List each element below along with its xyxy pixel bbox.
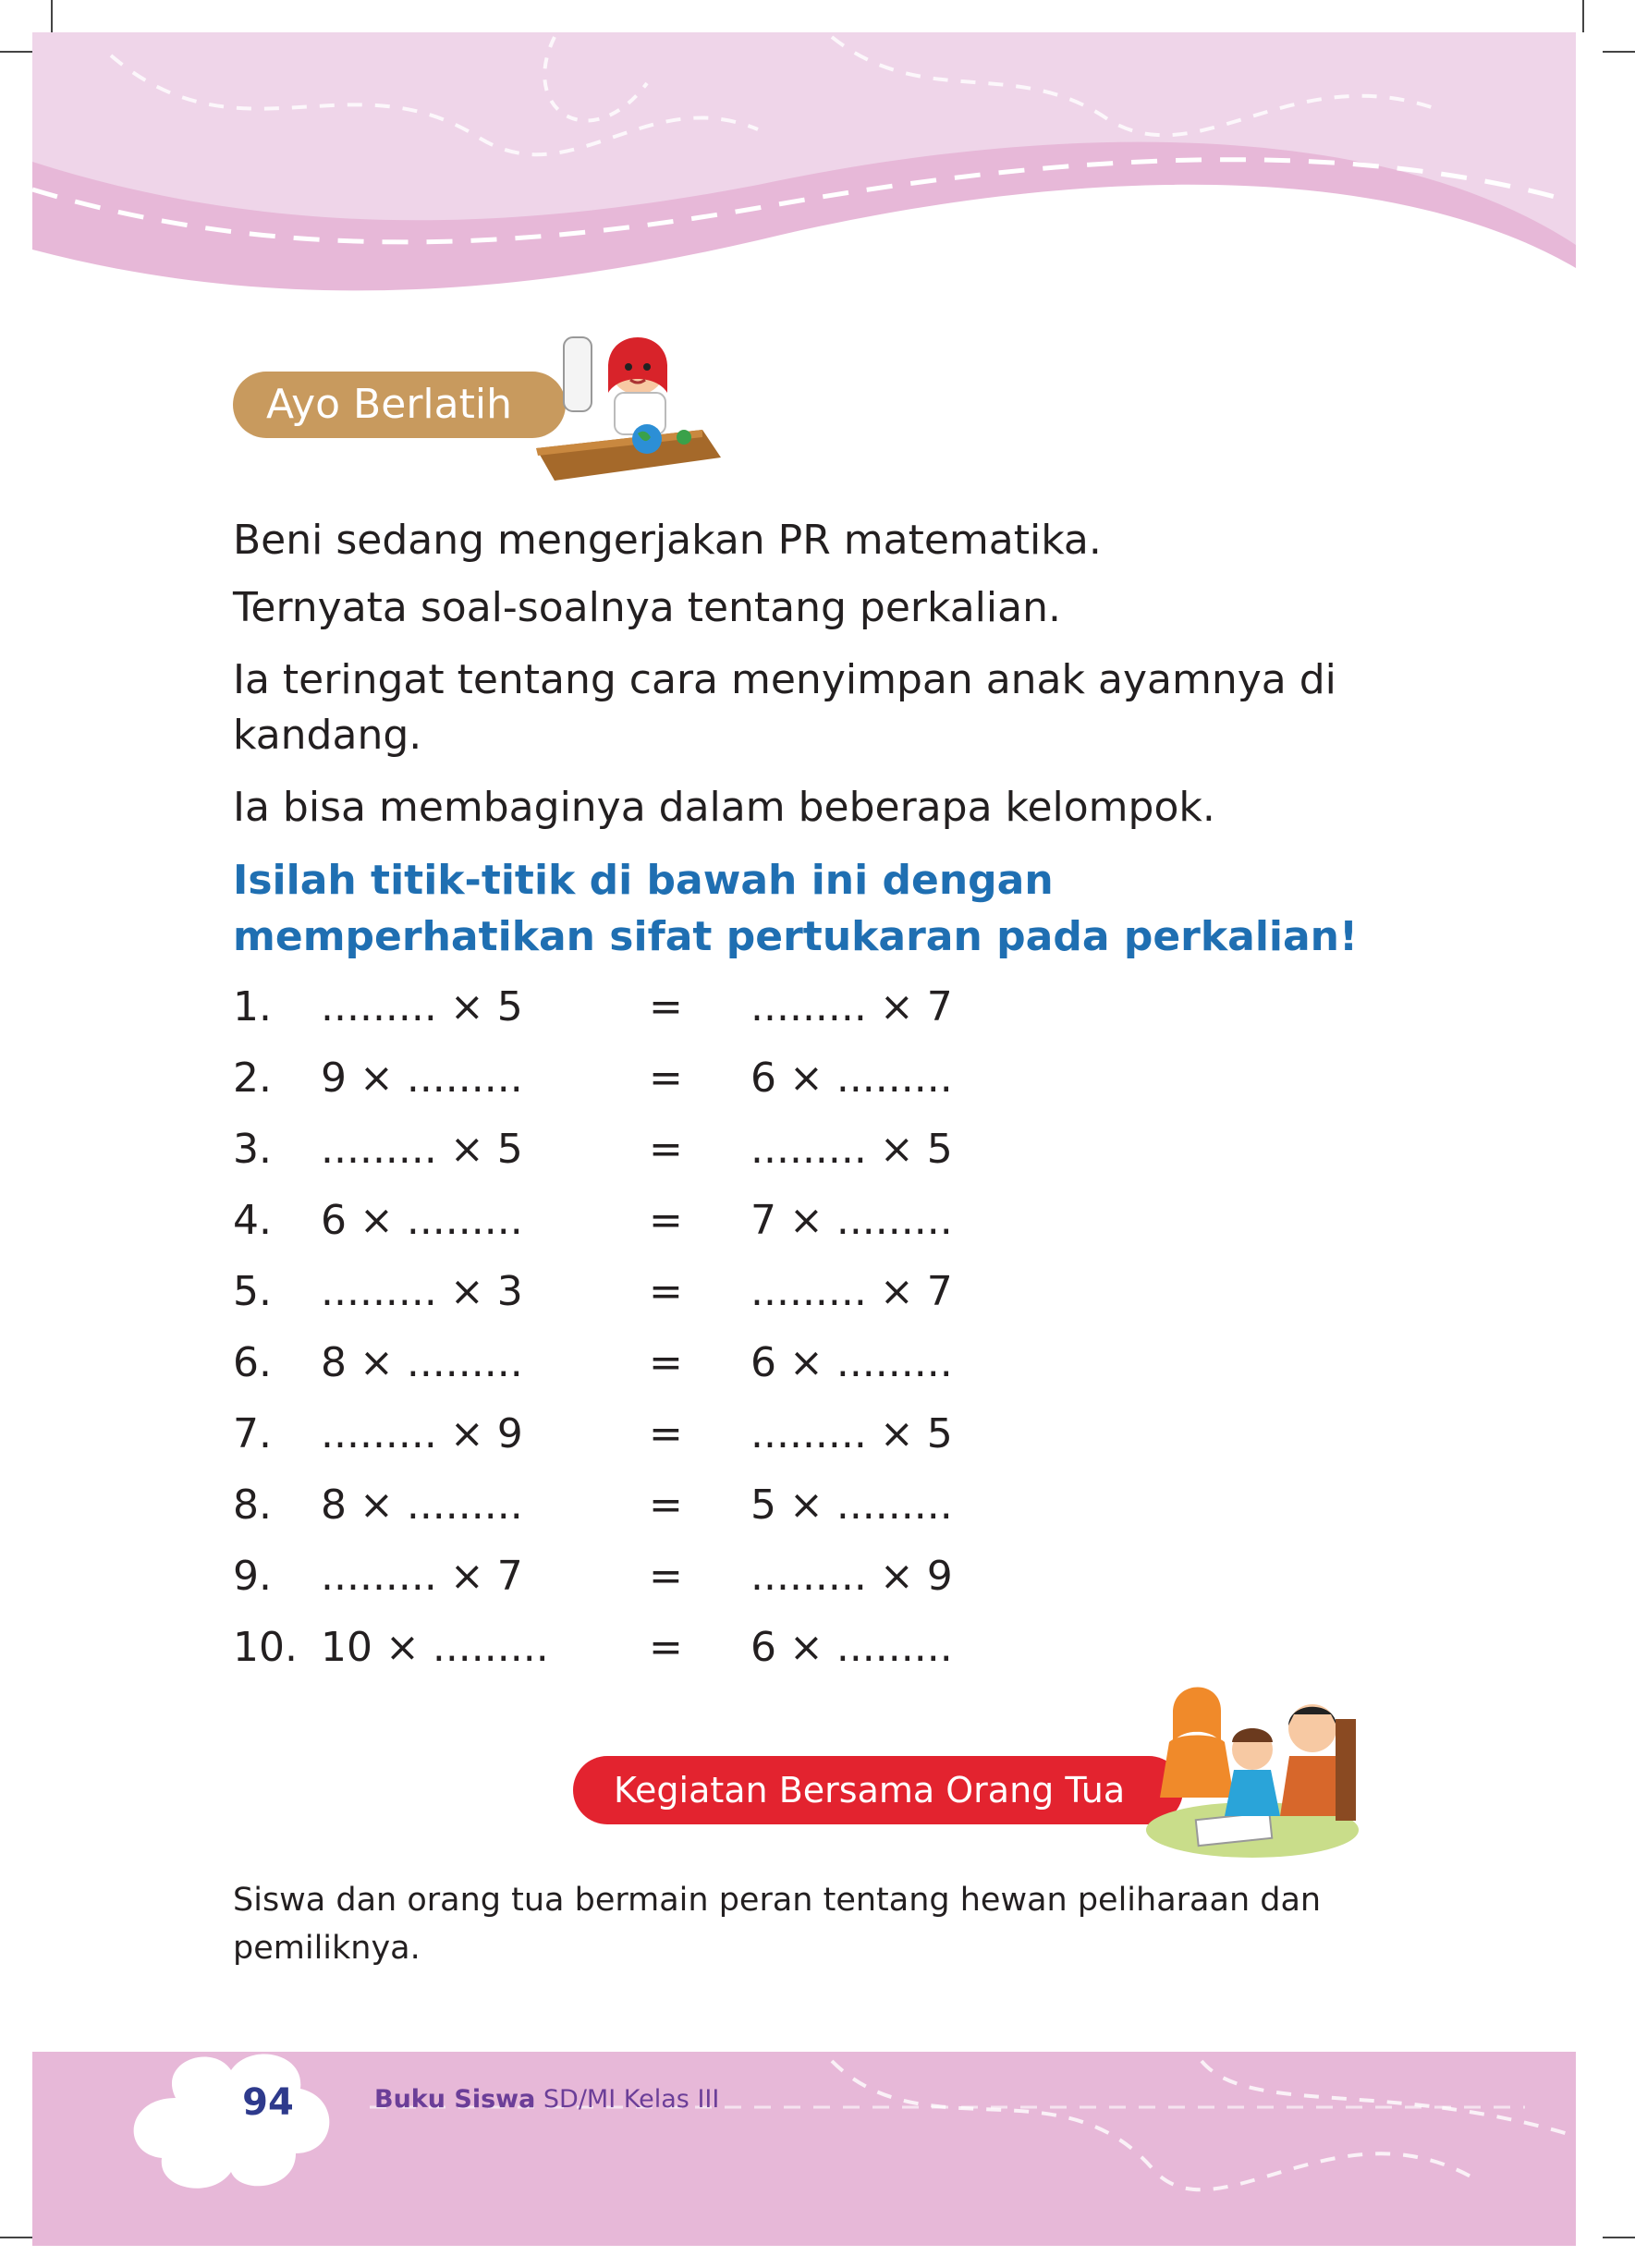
family-activity-illustration [1146, 1687, 1359, 1858]
exercise-left: 9 × ......... [321, 1055, 523, 1102]
exercise-right: 7 × ......... [750, 1197, 953, 1244]
exercise-row: 4. 6 × ......... = 7 × ......... [233, 1193, 1065, 1249]
exercise-left: 8 × ......... [321, 1339, 523, 1386]
exercise-number: 9. [233, 1553, 272, 1600]
crop-mark [1582, 0, 1584, 32]
exercise-left: ......... × 7 [321, 1553, 523, 1600]
exercise-number: 1. [233, 983, 272, 1030]
exercise-left: ......... × 5 [321, 1126, 523, 1173]
exercise-number: 8. [233, 1482, 272, 1529]
paragraph: Ia bisa membaginya dalam beberapa kelomp… [233, 784, 1215, 831]
exercise-left: ......... × 9 [321, 1410, 523, 1457]
exercise-left: ......... × 5 [321, 983, 523, 1030]
exercise-left: ......... × 3 [321, 1268, 523, 1315]
instruction-line: memperhatikan sifat pertukaran pada perk… [233, 913, 1359, 960]
exercise-right: 6 × ......... [750, 1339, 953, 1386]
page-number: 94 [242, 2081, 294, 2124]
crop-mark [51, 0, 53, 32]
exercise-number: 10. [233, 1624, 298, 1671]
book-title-rest: SD/MI Kelas III [535, 2085, 720, 2114]
exercise-row: 9. ......... × 7 = ......... × 9 [233, 1549, 1065, 1604]
exercise-row: 8. 8 × ......... = 5 × ......... [233, 1478, 1065, 1533]
exercise-row: 3. ......... × 5 = ......... × 5 [233, 1122, 1065, 1177]
exercise-right: ......... × 5 [750, 1410, 953, 1457]
exercise-row: 2. 9 × ......... = 6 × ......... [233, 1051, 1065, 1106]
equals-sign: = [649, 1482, 683, 1529]
student-studying-illustration [536, 336, 721, 481]
crop-mark [0, 51, 32, 53]
paragraph: Beni sedang mengerjakan PR matematika. [233, 517, 1102, 564]
exercise-left: 6 × ......... [321, 1197, 523, 1244]
section-label: Ayo Berlatih [233, 372, 566, 438]
exercise-right: ......... × 7 [750, 983, 953, 1030]
exercise-right: 6 × ......... [750, 1055, 953, 1102]
exercise-number: 4. [233, 1197, 272, 1244]
exercise-number: 7. [233, 1410, 272, 1457]
activity-text: Siswa dan orang tua bermain peran tentan… [233, 1882, 1322, 1967]
header-decoration [31, 32, 1576, 291]
exercise-row: 6. 8 × ......... = 6 × ......... [233, 1335, 1065, 1391]
exercise-right: ......... × 7 [750, 1268, 953, 1315]
exercise-right: ......... × 9 [750, 1553, 953, 1600]
paragraph: Ternyata soal-soalnya tentang perkalian. [233, 584, 1061, 631]
exercise-row: 7. ......... × 9 = ......... × 5 [233, 1407, 1065, 1462]
exercise-row: 10. 10 × ......... = 6 × ......... [233, 1620, 1065, 1676]
exercise-left: 8 × ......... [321, 1482, 523, 1529]
equals-sign: = [649, 983, 683, 1030]
exercise-number: 5. [233, 1268, 272, 1315]
book-title-bold: Buku Siswa [374, 2085, 536, 2114]
equals-sign: = [649, 1197, 683, 1244]
activity-label: Kegiatan Bersama Orang Tua [573, 1756, 1183, 1824]
exercise-row: 1. ......... × 5 = ......... × 7 [233, 980, 1065, 1035]
exercise-right: 5 × ......... [750, 1482, 953, 1529]
equals-sign: = [649, 1410, 683, 1457]
exercise-number: 3. [233, 1126, 272, 1173]
instruction-line: Isilah titik-titik di bawah ini dengan [233, 857, 1054, 904]
exercise-number: 6. [233, 1339, 272, 1386]
equals-sign: = [649, 1624, 683, 1671]
book-title: Buku Siswa SD/MI Kelas III [374, 2072, 719, 2128]
exercise-row: 5. ......... × 3 = ......... × 7 [233, 1264, 1065, 1320]
exercise-right: 6 × ......... [750, 1624, 953, 1671]
exercise-left: 10 × ......... [321, 1624, 549, 1671]
paragraph: Ia teringat tentang cara menyimpan anak … [233, 656, 1336, 759]
equals-sign: = [649, 1055, 683, 1102]
equals-sign: = [649, 1339, 683, 1386]
exercise-number: 2. [233, 1055, 272, 1102]
equals-sign: = [649, 1553, 683, 1600]
exercise-right: ......... × 5 [750, 1126, 953, 1173]
equals-sign: = [649, 1268, 683, 1315]
equals-sign: = [649, 1126, 683, 1173]
crop-mark [1603, 51, 1635, 53]
